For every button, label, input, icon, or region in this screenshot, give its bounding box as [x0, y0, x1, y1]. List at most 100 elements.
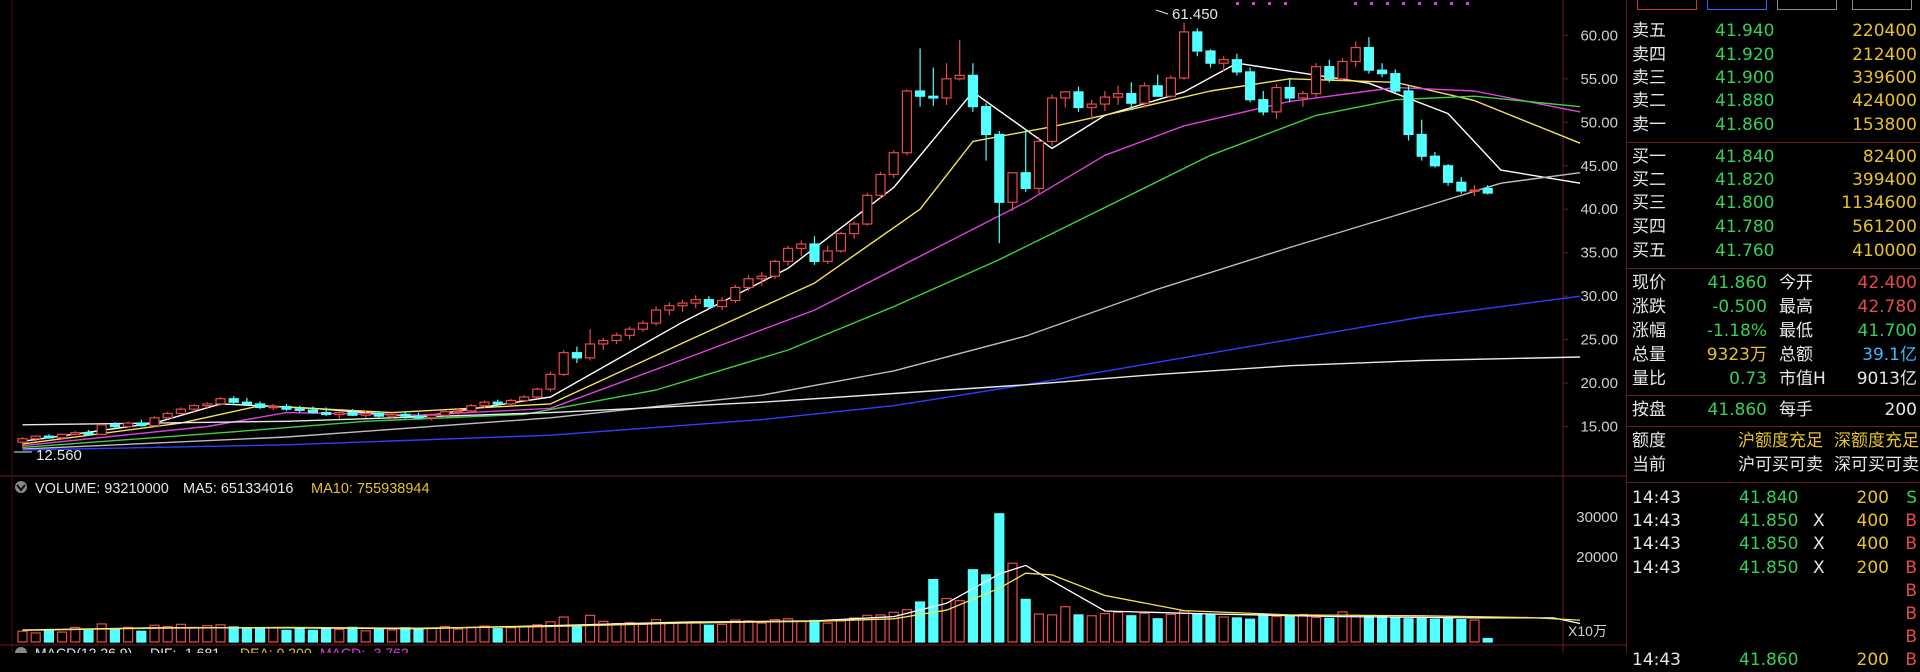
- volume-bar: [505, 627, 516, 643]
- volume-bar: [743, 620, 754, 643]
- signal-dot: [1402, 2, 1405, 5]
- volume-bar: [1271, 616, 1282, 643]
- volume-bar: [1363, 616, 1375, 643]
- candle-body: [1297, 93, 1309, 99]
- candle-body: [624, 328, 635, 336]
- candle-body: [1218, 59, 1229, 64]
- sell-button[interactable]: [1707, 0, 1767, 10]
- candle-body: [122, 422, 134, 428]
- volume-bar: [941, 597, 952, 643]
- candle-body: [466, 405, 477, 412]
- candle-body: [1416, 133, 1427, 157]
- candle-body: [215, 398, 226, 405]
- sz-quota-status: 深额度充足: [1834, 431, 1919, 451]
- quote-value: 0.73: [1729, 369, 1767, 389]
- volume-bar: [268, 627, 279, 643]
- candle-body: [413, 415, 424, 419]
- volume-bar: [1073, 614, 1084, 643]
- tick-side: B: [1905, 580, 1917, 601]
- candle-body: [650, 309, 662, 324]
- ask-row: 卖三 41.900 339600: [1627, 67, 1920, 90]
- tick-row: 14:43 41.840 200 S: [1627, 487, 1920, 510]
- candle-body: [360, 412, 371, 416]
- volume-bar: [387, 629, 398, 643]
- quote-label: 最低: [1779, 321, 1813, 341]
- candle-body: [835, 232, 847, 252]
- candle-body: [571, 352, 583, 359]
- quota-row: 额度 沪额度充足 深额度充足: [1627, 430, 1920, 453]
- quote-label: 总额: [1779, 345, 1813, 365]
- lot-size-value: 200: [1884, 400, 1917, 420]
- volume-bar: [796, 620, 807, 643]
- candle-body: [611, 334, 622, 342]
- ask-price: 41.860: [1715, 115, 1775, 135]
- quote-value: 9323万: [1706, 345, 1767, 365]
- volume-bar: [703, 624, 715, 643]
- volume-bar: [1060, 606, 1071, 643]
- volume-bar: [479, 625, 490, 643]
- signal-dot: [1386, 2, 1389, 5]
- price-tick-label: 60.00: [1580, 27, 1618, 44]
- candle-body: [1205, 50, 1216, 64]
- candle-body: [1152, 85, 1163, 97]
- candle-body: [1020, 172, 1031, 189]
- candle-body: [347, 412, 358, 416]
- candle-body: [281, 405, 292, 410]
- candle-body: [1442, 165, 1454, 183]
- signal-dot: [1252, 2, 1255, 5]
- volume-bar: [413, 628, 424, 643]
- candle-body: [1337, 60, 1348, 80]
- volume-bar: [307, 629, 318, 643]
- candle-body: [109, 424, 121, 428]
- buy-button[interactable]: [1637, 0, 1697, 10]
- volume-bar: [928, 579, 939, 643]
- tick-time: 14:43: [1632, 488, 1681, 508]
- candle-body: [321, 412, 332, 415]
- volume-bar: [281, 629, 292, 643]
- tick-time: 14:43: [1632, 534, 1681, 555]
- signal-dot: [1370, 2, 1373, 5]
- volume-bar: [30, 632, 41, 643]
- tick-side: B: [1905, 627, 1917, 648]
- volume-bar: [967, 569, 979, 643]
- volume-bar: [1429, 618, 1441, 643]
- bid-volume: 561200: [1852, 217, 1917, 237]
- candle-body: [43, 435, 55, 439]
- bid-volume: 399400: [1852, 170, 1917, 190]
- volume-bar: [1007, 562, 1018, 643]
- hold-button[interactable]: [1852, 0, 1912, 10]
- volume-bar: [1416, 617, 1427, 643]
- bid-price: 41.780: [1715, 217, 1775, 237]
- volume-bar: [439, 625, 450, 643]
- quote-value: -1.18%: [1706, 321, 1767, 341]
- quote-label: 最高: [1779, 297, 1813, 317]
- volume-bar: [914, 601, 926, 643]
- cancel-order-button[interactable]: [1777, 0, 1837, 10]
- candle-body: [1324, 66, 1335, 80]
- volume-axis-tick: 30000: [1576, 509, 1618, 526]
- price-tick-label: 30.00: [1580, 288, 1618, 305]
- tick-row: B: [1627, 580, 1920, 603]
- volume-bar: [1046, 614, 1058, 643]
- candle-body: [914, 90, 926, 97]
- quote-value: 41.860: [1707, 273, 1767, 293]
- candle-body: [1310, 66, 1322, 95]
- sz-trade-status: 深可买可卖: [1834, 455, 1919, 475]
- ask-label: 卖二: [1632, 91, 1666, 111]
- bid-label: 买三: [1632, 193, 1666, 213]
- candle-body: [954, 74, 965, 80]
- candle-body: [1258, 99, 1269, 113]
- candle-body: [387, 413, 398, 417]
- collapse-icon[interactable]: [15, 647, 27, 653]
- volume-bar: [1403, 618, 1414, 643]
- signal-dot: [1268, 2, 1271, 5]
- candle-body: [809, 243, 820, 262]
- candle-body: [189, 405, 200, 410]
- signal-dot: [1236, 2, 1239, 5]
- candle-body: [1363, 46, 1375, 71]
- volume-bars: [17, 513, 1493, 643]
- volume-header: VOLUME: 93210000 MA5: 651334016 MA10: 75…: [15, 481, 430, 497]
- volume-bar: [1442, 617, 1454, 643]
- candle-body: [30, 435, 41, 440]
- volume-bar: [400, 627, 411, 643]
